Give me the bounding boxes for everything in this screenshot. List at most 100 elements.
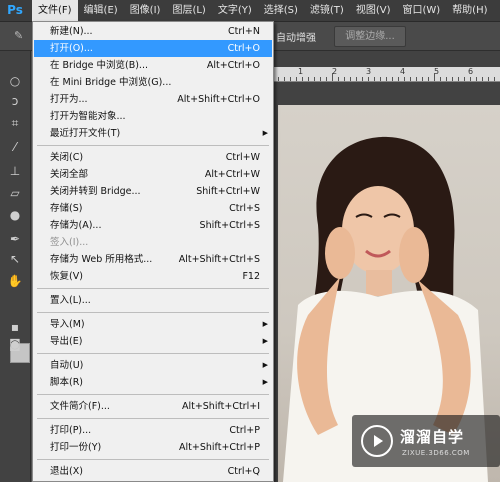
menu-item-save[interactable]: 存储(S) Ctrl+S xyxy=(34,200,272,217)
brush-tool-icon: ✎ xyxy=(14,29,24,42)
ruler-tick xyxy=(356,77,357,81)
menu-item-new[interactable]: 新建(N)... Ctrl+N xyxy=(34,23,272,40)
swap-colors-icon[interactable]: ▪ xyxy=(6,319,24,335)
quick-select-tool-icon[interactable]: ↄ xyxy=(6,93,24,109)
menu-file[interactable]: 文件(F) xyxy=(32,0,78,21)
submenu-arrow-icon: ▶ xyxy=(262,361,268,369)
file-menu-dropdown: 新建(N)... Ctrl+N 打开(O)... Ctrl+O 在 Bridge 中… xyxy=(32,21,274,482)
menu-bar: Ps 文件(F) 编辑(E) 图像(I) 图层(L) 文字(Y) 选择(S) 滤… xyxy=(0,0,500,22)
menu-item-print[interactable]: 打印(P)... Ctrl+P xyxy=(34,422,272,439)
menu-item-revert[interactable]: 恢复(V) F12 xyxy=(34,268,272,285)
ruler-tick xyxy=(470,77,471,81)
ruler-tick xyxy=(410,77,411,81)
ruler-tick xyxy=(428,77,429,81)
menu-item-browse-bridge[interactable]: 在 Bridge 中浏览(B)... Alt+Ctrl+O xyxy=(34,57,272,74)
ruler-label: 3 xyxy=(366,67,372,76)
ruler-tick xyxy=(302,77,303,81)
menu-edit[interactable]: 编辑(E) xyxy=(78,0,124,21)
ruler-tick xyxy=(368,77,369,81)
pen-tool-icon[interactable]: ✒ xyxy=(6,231,24,247)
menu-item-close-all[interactable]: 关闭全部 Alt+Ctrl+W xyxy=(34,166,272,183)
ruler-tick xyxy=(452,77,453,81)
menu-item-close-go-bridge[interactable]: 关闭并转到 Bridge... Shift+Ctrl+W xyxy=(34,183,272,200)
submenu-arrow-icon: ▶ xyxy=(262,320,268,328)
ruler-tick xyxy=(446,77,447,81)
quick-mask-icon[interactable]: ◙ xyxy=(6,336,24,352)
menu-view[interactable]: 视图(V) xyxy=(350,0,397,21)
ruler-tick xyxy=(416,77,417,81)
menu-separator xyxy=(37,288,269,289)
ruler-tick xyxy=(380,77,381,81)
menu-item-open-smart-object[interactable]: 打开为智能对象... xyxy=(34,108,272,125)
toolbox: ○ ↄ ⌗ ⁄ ⊥ ▱ ● ✒ ↖ ✋ ▪ ◙ xyxy=(0,51,31,482)
ruler-tick xyxy=(440,77,441,81)
document-tab[interactable] xyxy=(272,51,500,67)
menu-help[interactable]: 帮助(H) xyxy=(446,0,493,21)
menu-item-save-as[interactable]: 存储为(A)... Shift+Ctrl+S xyxy=(34,217,272,234)
ruler-tick xyxy=(296,77,297,81)
ruler-tick xyxy=(338,77,339,81)
menu-item-browse-mini-bridge[interactable]: 在 Mini Bridge 中浏览(G)... xyxy=(34,74,272,91)
menu-item-place[interactable]: 置入(L)... xyxy=(34,292,272,309)
lasso-tool-icon[interactable]: ○ xyxy=(6,73,24,89)
ruler-tick xyxy=(482,77,483,81)
watermark-title: 溜溜自学 xyxy=(400,428,465,446)
menu-item-check-in: 签入(I)... xyxy=(50,237,89,248)
watermark-logo: 溜溜自学 ZIXUE.3D66.COM xyxy=(352,415,500,467)
ruler-tick xyxy=(434,73,435,81)
menu-type[interactable]: 文字(Y) xyxy=(212,0,258,21)
menu-item-import[interactable]: 导入(M) ▶ xyxy=(34,316,272,333)
ruler-tick xyxy=(488,77,489,81)
photoshop-logo-icon: Ps xyxy=(7,3,23,17)
ruler-label: 6 xyxy=(468,67,474,76)
blur-tool-icon[interactable]: ● xyxy=(6,207,24,223)
menu-separator xyxy=(37,394,269,395)
crop-tool-icon[interactable]: ⌗ xyxy=(6,115,24,131)
ruler-tick xyxy=(362,77,363,81)
menu-item-print-one-copy[interactable]: 打印一份(Y) Alt+Shift+Ctrl+P xyxy=(34,439,272,456)
ruler-tick xyxy=(284,77,285,81)
stamp-tool-icon[interactable]: ⊥ xyxy=(6,163,24,179)
menu-separator xyxy=(37,312,269,313)
menu-item-close[interactable]: 关闭(C) Ctrl+W xyxy=(34,149,272,166)
menu-item-open-as[interactable]: 打开为... Alt+Shift+Ctrl+O xyxy=(34,91,272,108)
eyedropper-tool-icon[interactable]: ⁄ xyxy=(6,139,24,155)
menu-item-exit[interactable]: 退出(X) Ctrl+Q xyxy=(34,463,272,480)
menu-item-open[interactable]: 打开(O)... Ctrl+O xyxy=(34,40,272,57)
ruler-tick xyxy=(398,77,399,81)
ruler-tick xyxy=(278,77,279,81)
ruler-tick xyxy=(314,77,315,81)
menu-image[interactable]: 图像(I) xyxy=(124,0,167,21)
menu-item-save-for-web[interactable]: 存储为 Web 所用格式... Alt+Shift+Ctrl+S xyxy=(34,251,272,268)
watermark-url: ZIXUE.3D66.COM xyxy=(402,449,470,457)
hand-tool-icon[interactable]: ✋ xyxy=(6,273,24,289)
auto-enhance-label[interactable]: 自动增强 xyxy=(276,29,316,44)
menu-item-file-info[interactable]: 文件简介(F)... Alt+Shift+Ctrl+I xyxy=(34,398,272,415)
menu-layer[interactable]: 图层(L) xyxy=(166,0,211,21)
menu-item-export[interactable]: 导出(E) ▶ xyxy=(34,333,272,350)
menu-separator xyxy=(37,353,269,354)
ruler-tick xyxy=(332,73,333,81)
menu-item-scripts[interactable]: 脚本(R) ▶ xyxy=(34,374,272,391)
ruler-tick xyxy=(386,77,387,81)
ruler-tick xyxy=(308,77,309,81)
eraser-tool-icon[interactable]: ▱ xyxy=(6,185,24,201)
menu-select[interactable]: 选择(S) xyxy=(258,0,304,21)
refine-edge-button[interactable]: 调整边缘... xyxy=(334,26,406,47)
ruler-tick xyxy=(494,77,495,81)
submenu-arrow-icon: ▶ xyxy=(262,337,268,345)
ruler-tick xyxy=(458,77,459,81)
ruler-tick xyxy=(320,77,321,81)
menu-filter[interactable]: 滤镜(T) xyxy=(304,0,350,21)
menu-separator xyxy=(37,418,269,419)
menu-item-recent-files[interactable]: 最近打开文件(T) ▶ xyxy=(34,125,272,142)
ruler-tick xyxy=(350,77,351,81)
ruler-tick xyxy=(374,77,375,81)
menu-item-automate[interactable]: 自动(U) ▶ xyxy=(34,357,272,374)
ruler-tick xyxy=(422,77,423,81)
menu-window[interactable]: 窗口(W) xyxy=(396,0,446,21)
path-select-tool-icon[interactable]: ↖ xyxy=(6,251,24,267)
ruler-tick xyxy=(464,77,465,81)
ruler-tick xyxy=(326,77,327,81)
horizontal-ruler: 1 2 3 4 5 6 xyxy=(272,67,500,82)
